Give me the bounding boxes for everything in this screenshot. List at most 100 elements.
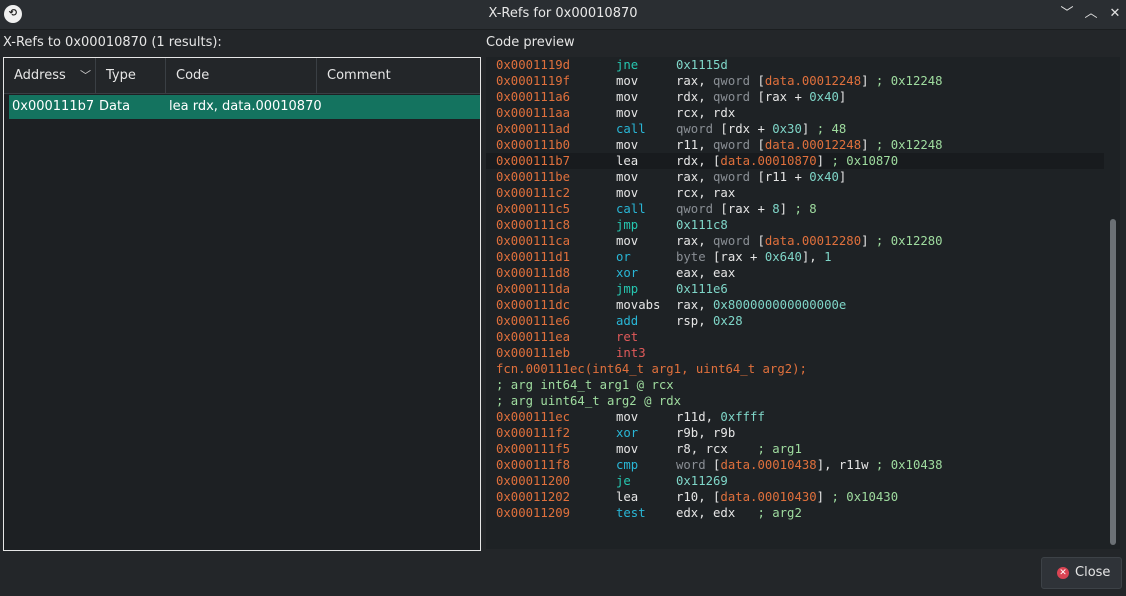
code-line[interactable]: 0x00011209 test edx, edx ; arg2 — [496, 505, 802, 521]
close-button[interactable]: ✕ Close — [1041, 557, 1122, 589]
code-line[interactable]: 0x000111c8 jmp 0x111c8 — [496, 217, 728, 233]
code-operand: ] — [816, 490, 832, 504]
code-address: 0x000111c8 — [496, 218, 571, 232]
code-operand: qword — [713, 234, 758, 248]
code-mnemonic: movabs — [616, 298, 661, 312]
code-operand: [r11 + — [757, 170, 810, 184]
code-line[interactable]: 0x000111aa mov rcx, rdx — [496, 105, 735, 121]
code-scrollbar[interactable] — [1106, 57, 1120, 549]
code-operand: [rdx + — [720, 122, 773, 136]
code-address: 0x00011202 — [496, 490, 571, 504]
code-address: 0x000111f2 — [496, 426, 571, 440]
column-header-comment[interactable]: Comment — [317, 58, 480, 93]
xrefs-table: Address ﹀ Type Code Comment 0x000111b7 D… — [3, 57, 481, 551]
code-line[interactable]: fcn.000111ec(int64_t arg1, uint64_t arg2… — [496, 361, 807, 377]
code-operand: qword — [713, 74, 758, 88]
code-line[interactable]: 0x000111d8 xor eax, eax — [496, 265, 735, 281]
code-operand: rcx, rdx — [676, 106, 736, 120]
code-operand: data.00010870 — [720, 154, 817, 168]
code-line[interactable]: 0x000111ec mov r11d, 0xffff — [496, 409, 765, 425]
table-row[interactable]: 0x000111b7 Data lea rdx, data.00010870 — [9, 95, 480, 119]
code-line[interactable]: 0x000111f2 xor r9b, r9b — [496, 425, 735, 441]
code-line[interactable]: 0x00011200 je 0x11269 — [496, 473, 728, 489]
code-operand: r8, rcx — [676, 442, 758, 456]
code-line[interactable]: 0x000111b7 lea rdx, [data.00010870] ; 0x10… — [486, 153, 1104, 169]
code-line[interactable]: 0x000111ca mov rax, qword [data.00012280] … — [496, 233, 943, 249]
column-header-code[interactable]: Code — [166, 58, 317, 93]
code-operand: ], — [801, 250, 825, 264]
code-line[interactable]: 0x000111eb int3 — [496, 345, 676, 361]
code-line[interactable]: 0x000111dc movabs rax, 0x800000000000000e — [496, 297, 846, 313]
code-operand: ] — [861, 74, 876, 88]
code-mnemonic: lea — [616, 490, 639, 504]
code-mnemonic: mov — [616, 138, 639, 152]
code-operand: rax, — [676, 298, 714, 312]
code-line[interactable]: 0x000111ea ret — [496, 329, 676, 345]
scrollbar-thumb[interactable] — [1110, 219, 1116, 545]
code-mnemonic: mov — [616, 106, 639, 120]
code-operand: ; 0x10870 — [831, 154, 899, 168]
code-operand: ; 8 — [794, 202, 817, 216]
code-comment: ; arg uint64_t arg2 @ rdx — [496, 394, 682, 408]
code-line[interactable]: 0x000111e6 add rsp, 0x28 — [496, 313, 743, 329]
code-operand: ; 0x10438 — [875, 458, 943, 472]
code-operand: ; arg2 — [757, 506, 802, 520]
code-operand: rdx, — [676, 90, 714, 104]
code-operand: 1 — [824, 250, 832, 264]
code-line[interactable]: 0x000111c2 mov rcx, rax — [496, 185, 735, 201]
code-address: 0x000111e6 — [496, 314, 571, 328]
code-line[interactable]: 0x000111a6 mov rdx, qword [rax + 0x40] — [496, 89, 846, 105]
code-operand: rsp, — [676, 314, 714, 328]
code-address: 0x000111a6 — [496, 90, 571, 104]
code-line[interactable]: 0x000111f5 mov r8, rcx ; arg1 — [496, 441, 802, 457]
code-operand: eax, eax — [676, 266, 736, 280]
maximize-button[interactable]: ︿ — [1081, 4, 1101, 24]
title-bar: ⟲ X-Refs for 0x00010870 ﹀ ︿ ✕ — [0, 0, 1126, 30]
code-operand: 0x40 — [809, 90, 839, 104]
code-line[interactable]: 0x000111b0 mov r11, qword [data.00012248] … — [496, 137, 943, 153]
code-mnemonic: mov — [616, 442, 639, 456]
code-address: 0x000111be — [496, 170, 571, 184]
code-line[interactable]: 0x000111d1 or byte [rax + 0x640], 1 — [496, 249, 832, 265]
code-operand: data.00012248 — [764, 74, 862, 88]
code-line[interactable]: ; arg uint64_t arg2 @ rdx — [496, 393, 681, 409]
code-line[interactable]: 0x000111ad call qword [rdx + 0x30] ; 48 — [496, 121, 846, 137]
code-line[interactable]: 0x0001119f mov rax, qword [data.00012248] … — [496, 73, 943, 89]
code-operand: 0x40 — [809, 170, 839, 184]
window-close-button[interactable]: ✕ — [1105, 4, 1125, 24]
code-line[interactable]: 0x0001119d jne 0x1115d — [496, 57, 728, 73]
code-operand: data.00010438 — [720, 458, 817, 472]
code-address: 0x000111b0 — [496, 138, 571, 152]
minimize-button[interactable]: ﹀ — [1057, 4, 1077, 24]
code-address: 0x000111ad — [496, 122, 571, 136]
code-operand: 8 — [772, 202, 780, 216]
column-header-address[interactable]: Address ﹀ — [4, 58, 96, 93]
code-address: 0x000111d8 — [496, 266, 571, 280]
code-operand: data.00010430 — [720, 490, 817, 504]
code-comment: ; arg int64_t arg1 @ rcx — [496, 378, 674, 392]
code-address: 0x000111ea — [496, 330, 571, 344]
code-operand: ] — [838, 90, 847, 104]
code-line[interactable]: 0x000111f8 cmp word [data.00010438], r11w … — [496, 457, 943, 473]
code-operand: 0x111c8 — [676, 218, 728, 232]
code-operand: qword — [713, 170, 758, 184]
code-mnemonic: mov — [616, 90, 639, 104]
code-line[interactable]: ; arg int64_t arg1 @ rcx — [496, 377, 674, 393]
code-operand: r10, [ — [676, 490, 721, 504]
code-operand: 0x1115d — [676, 58, 728, 72]
code-operand: rax, — [676, 170, 714, 184]
code-mnemonic: add — [616, 314, 639, 328]
code-line[interactable]: 0x000111c5 call qword [rax + 8] ; 8 — [496, 201, 817, 217]
code-line[interactable]: 0x000111da jmp 0x111e6 — [496, 281, 728, 297]
code-operand: qword — [676, 122, 721, 136]
code-operand: ] — [779, 202, 795, 216]
code-mnemonic: je — [616, 474, 631, 488]
column-header-type[interactable]: Type — [96, 58, 166, 93]
code-preview[interactable]: 0x0001119d jne 0x1115d 0x0001119f mov rax, qw… — [486, 57, 1106, 549]
code-operand: 0x30 — [772, 122, 802, 136]
code-operand: data.00012280 — [764, 234, 862, 248]
code-operand: 0x640 — [764, 250, 802, 264]
code-mnemonic: lea — [616, 154, 639, 168]
code-line[interactable]: 0x000111be mov rax, qword [r11 + 0x40] — [496, 169, 846, 185]
code-line[interactable]: 0x00011202 lea r10, [data.00010430] ; 0x10… — [496, 489, 898, 505]
